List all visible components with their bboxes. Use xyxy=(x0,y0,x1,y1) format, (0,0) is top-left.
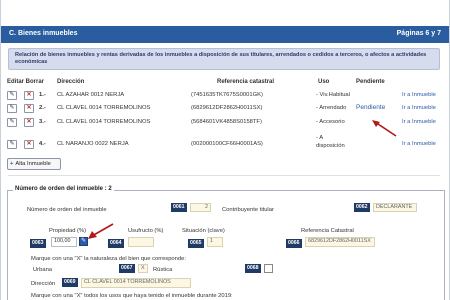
referencia-catastral-label: Referencia Catastral xyxy=(301,228,354,234)
go-to-inmueble-link[interactable]: Ir a Inmueble xyxy=(402,105,436,111)
code-0065: 0065 xyxy=(188,239,204,248)
go-to-inmueble-link[interactable]: Ir a Inmueble xyxy=(402,119,436,125)
row-direccion: CL CLAVEL 0014 TORREMOLINOS xyxy=(57,119,151,125)
table-row: ✎ ✕ 1.- CL AZAHAR 0012 NERJA (7451635TK7… xyxy=(0,90,450,102)
direccion-label: Dirección xyxy=(31,281,56,287)
referencia-catastral-field[interactable]: 6829612DF2862H0011SX xyxy=(305,237,375,247)
code-0061: 0061 xyxy=(171,203,187,212)
row-direccion: CL AZAHAR 0012 NERJA xyxy=(57,92,125,98)
col-header-referencia: Referencia catastral xyxy=(217,79,275,85)
usos-label: Marque con una "X" todos los usos que ha… xyxy=(31,293,233,299)
table-row: ✎ ✕ 3.- CL CLAVEL 0014 TORREMOLINOS (568… xyxy=(0,117,450,129)
urbana-checkbox[interactable]: X xyxy=(138,264,148,273)
divider xyxy=(8,175,440,176)
contribuyente-label: Contribuyente titular xyxy=(222,207,274,213)
col-header-uso: Uso xyxy=(318,79,330,85)
code-0062: 0062 xyxy=(354,203,370,212)
col-header-actions: Editar Borrar xyxy=(7,79,45,85)
row-number: 4.- xyxy=(39,141,46,147)
row-uso: - Accesorio xyxy=(316,119,345,125)
pencil-icon[interactable]: ✎ xyxy=(7,91,17,100)
table-row: ✎ ✕ 2.- CL CLAVEL 0014 TORREMOLINOS (682… xyxy=(0,103,450,115)
row-referencia: (6829612DF2862H0011SX) xyxy=(191,105,263,111)
info-notice: Relación de bienes inmuebles y rentas de… xyxy=(8,48,440,70)
pencil-icon[interactable]: ✎ xyxy=(79,237,88,246)
propiedad-field[interactable]: 100,00 xyxy=(51,237,77,247)
situacion-field[interactable]: 1 xyxy=(207,237,223,247)
row-uso: - Viv.Habitual xyxy=(316,92,350,98)
col-header-pendiente: Pendiente xyxy=(356,79,385,85)
x-icon[interactable]: ✕ xyxy=(24,140,34,149)
code-0064: 0064 xyxy=(108,239,124,248)
code-0067: 0067 xyxy=(119,264,135,273)
orden-label: Número de orden del inmueble xyxy=(27,207,107,213)
propiedad-label: Propiedad (%) xyxy=(49,228,87,234)
code-0066: 0066 xyxy=(286,239,302,248)
pencil-icon[interactable]: ✎ xyxy=(7,118,17,127)
x-icon[interactable]: ✕ xyxy=(24,91,34,100)
row-uso: - Arrendado xyxy=(316,105,347,111)
row-number: 2.- xyxy=(39,105,46,111)
usufructo-label: Usufructo (%) xyxy=(128,228,164,234)
row-uso-line1: - A xyxy=(316,135,324,141)
detail-legend: Número de orden del inmueble : 2 xyxy=(13,186,114,192)
add-inmueble-button[interactable]: + Alta Inmueble xyxy=(7,158,61,170)
row-referencia: (5684601VK4858S0158TF) xyxy=(191,119,262,125)
row-referencia: (7451635TK7675S0001GK) xyxy=(191,92,263,98)
usufructo-field[interactable] xyxy=(128,237,154,247)
table-row: ✎ ✕ 4.- CL NARANJO 0022 NERJA (002000100… xyxy=(0,135,450,149)
naturaleza-label: Marque con una "X" la naturaleza del bie… xyxy=(31,256,186,262)
pencil-icon[interactable]: ✎ xyxy=(7,104,17,113)
add-inmueble-label: Alta Inmueble xyxy=(15,161,51,167)
situacion-label: Situación (clave) xyxy=(182,228,225,234)
row-number: 3.- xyxy=(39,119,46,125)
x-icon[interactable]: ✕ xyxy=(24,118,34,127)
go-to-inmueble-link[interactable]: Ir a Inmueble xyxy=(402,92,436,98)
code-0068: 0068 xyxy=(245,264,261,273)
pages-label: Páginas 6 y 7 xyxy=(396,30,441,37)
row-number: 1.- xyxy=(39,92,46,98)
section-title: C. Bienes inmuebles xyxy=(9,30,78,37)
x-icon[interactable]: ✕ xyxy=(24,104,34,113)
urbana-label: Urbana xyxy=(33,267,53,273)
go-to-inmueble-link[interactable]: Ir a Inmueble xyxy=(402,141,436,147)
rustica-label: Rústica xyxy=(153,267,173,273)
orden-field[interactable]: 2 xyxy=(190,203,211,212)
plus-icon: + xyxy=(10,161,14,167)
pendiente-link[interactable]: Pendiente xyxy=(356,104,385,111)
row-referencia: (002000100CF66H0001AS) xyxy=(191,141,263,147)
contribuyente-field[interactable]: DECLARANTE xyxy=(373,203,417,212)
col-header-direccion: Dirección xyxy=(57,79,85,85)
section-header: C. Bienes inmuebles Páginas 6 y 7 xyxy=(1,26,449,43)
code-0069: 0069 xyxy=(62,278,78,287)
code-0063: 0063 xyxy=(30,239,46,248)
rustica-checkbox[interactable] xyxy=(264,264,273,273)
row-uso-line2: disposición xyxy=(316,143,345,149)
direccion-field[interactable]: CL CLAVEL 0014 TORREMOLINOS xyxy=(81,278,191,288)
row-direccion: CL CLAVEL 0014 TORREMOLINOS xyxy=(57,105,151,111)
pencil-icon[interactable]: ✎ xyxy=(7,140,17,149)
row-direccion: CL NARANJO 0022 NERJA xyxy=(57,141,129,147)
